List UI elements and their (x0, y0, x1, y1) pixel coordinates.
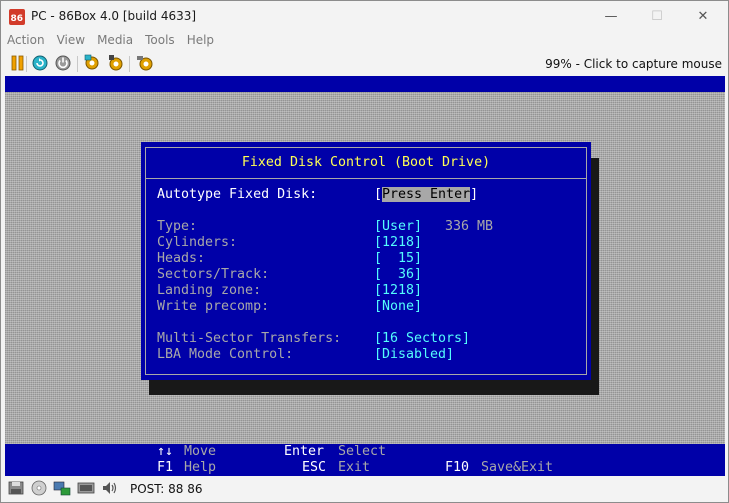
write-precomp-value[interactable]: [None] (374, 299, 422, 315)
lba-mode-value[interactable]: [Disabled] (374, 347, 454, 363)
screenshot-icon (136, 54, 154, 75)
power-reset-icon (55, 55, 71, 74)
sectors-track-label: Sectors/Track: (157, 267, 270, 282)
cylinders-label: Cylinders: (157, 235, 238, 250)
help-key: F1 (157, 460, 174, 475)
save-exit-action: Save&Exit (481, 460, 554, 475)
screenshot-button[interactable] (136, 55, 154, 73)
sound-settings-button[interactable] (107, 54, 125, 75)
emulator-screen[interactable]: Fixed Disk Control (Boot Drive) Autotype… (5, 76, 725, 476)
menu-bar: Action View Media Tools Help (1, 32, 728, 51)
floppy-drive-button[interactable] (7, 481, 25, 497)
autotype-bracket-open: [ (374, 187, 383, 202)
menu-help[interactable]: Help (181, 32, 220, 51)
floppy-drive-icon (8, 480, 24, 499)
select-key: Enter (284, 444, 325, 459)
maximize-icon: ☐ (651, 9, 663, 24)
menu-media[interactable]: Media (91, 32, 139, 51)
type-capacity: 336 MB (445, 219, 494, 234)
cdrom-drive-icon (31, 480, 47, 499)
fixed-disk-dialog: Fixed Disk Control (Boot Drive) Autotype… (141, 142, 591, 380)
settings-icon (83, 54, 101, 75)
network-button[interactable] (53, 481, 71, 497)
lba-mode-label: LBA Mode Control: (157, 347, 294, 362)
write-precomp-label: Write precomp: (157, 299, 270, 314)
cdrom-drive-button[interactable] (30, 480, 48, 499)
dialog-divider (145, 178, 587, 179)
landing-zone-label: Landing zone: (157, 283, 262, 298)
menu-action[interactable]: Action (1, 32, 51, 51)
pause-button[interactable] (9, 55, 27, 73)
status-bar: POST: 88 86 (1, 477, 728, 502)
sound-settings-icon (107, 54, 125, 75)
ctrl-alt-del-icon (32, 55, 48, 74)
move-key: ↑↓ (157, 444, 174, 459)
toolbar-separator (26, 56, 27, 72)
exit-key: ESC (302, 460, 327, 475)
title-bar[interactable]: 86 PC - 86Box 4.0 [build 4633] — ☐ ✕ (1, 1, 728, 32)
type-value[interactable]: [User] (374, 219, 422, 235)
save-exit-key: F10 (445, 460, 470, 475)
toolbar: 99% - Click to capture mouse (1, 52, 728, 76)
move-action: Move (184, 444, 217, 459)
sectors-track-value[interactable]: [ 36] (374, 267, 422, 283)
close-button[interactable]: ✕ (680, 1, 726, 32)
ctrl-alt-del-button[interactable] (31, 55, 49, 73)
help-action: Help (184, 460, 217, 475)
window-title: PC - 86Box 4.0 [build 4633] (31, 9, 197, 23)
power-reset-button[interactable] (54, 55, 72, 73)
maximize-button[interactable]: ☐ (634, 1, 680, 32)
menu-tools[interactable]: Tools (139, 32, 181, 51)
minimize-icon: — (604, 9, 618, 24)
landing-zone-value[interactable]: [1218] (374, 283, 422, 299)
autotype-bracket-close: ] (470, 187, 479, 202)
heads-label: Heads: (157, 251, 206, 266)
86box-app-icon: 86 (9, 9, 25, 25)
network-icon (53, 480, 71, 499)
multi-sector-value[interactable]: [16 Sectors] (374, 331, 470, 347)
menu-view[interactable]: View (51, 32, 91, 51)
dialog-title: Fixed Disk Control (Boot Drive) (241, 155, 491, 170)
multi-sector-label: Multi-Sector Transfers: (157, 331, 342, 346)
hard-disk-icon (77, 480, 95, 499)
type-label: Type: (157, 219, 198, 234)
post-code: POST: 88 86 (130, 482, 203, 496)
heads-value[interactable]: [ 15] (374, 251, 422, 267)
bios-key-help: ↑↓ Move Enter Select F1 Help ESC Exit F1… (5, 444, 725, 476)
toolbar-separator (77, 56, 78, 72)
select-action: Select (338, 444, 387, 459)
pause-icon (11, 55, 25, 74)
exit-action: Exit (338, 460, 371, 475)
mouse-capture-hint: 99% - Click to capture mouse (545, 57, 722, 71)
autotype-label: Autotype Fixed Disk: (157, 187, 318, 202)
close-icon: ✕ (697, 9, 709, 24)
hard-disk-button[interactable] (77, 481, 95, 497)
sound-button[interactable] (101, 481, 119, 497)
cylinders-value[interactable]: [1218] (374, 235, 422, 251)
minimize-button[interactable]: — (588, 1, 634, 32)
autotype-press-enter[interactable]: [Press Enter] (374, 187, 478, 203)
toolbar-separator (129, 56, 130, 72)
settings-button[interactable] (83, 54, 101, 75)
svg-text:86: 86 (11, 14, 24, 24)
sound-icon (101, 480, 119, 499)
autotype-value: Press Enter (382, 187, 471, 202)
emulator-window: 86 PC - 86Box 4.0 [build 4633] — ☐ ✕ Act… (0, 0, 729, 503)
